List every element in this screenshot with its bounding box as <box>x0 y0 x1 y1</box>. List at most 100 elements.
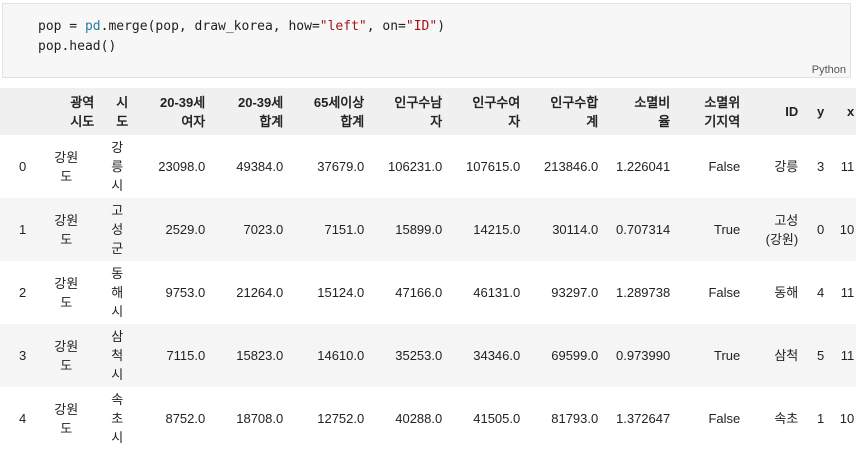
cell-risk: False <box>708 159 741 174</box>
cell-total: 30114.0 <box>552 222 599 237</box>
cell-y: 4 <box>817 285 825 300</box>
column-header-male: 인구수남 자 <box>394 94 443 129</box>
cell-risk: False <box>708 285 741 300</box>
cell-id: 동해 <box>774 285 799 300</box>
cell-ratio: 1.289738 <box>616 285 671 300</box>
cell-total: 213846.0 <box>544 159 599 174</box>
cell-t65: 37679.0 <box>317 159 365 174</box>
cell-x: 10 <box>839 222 855 237</box>
cell-t65: 15124.0 <box>317 285 365 300</box>
table-header-row: 광역 시도 시 도 20-39세 여자 20-39세 합계 65세이상 합계 인구수남 자 인구수여 자 인… <box>0 88 856 135</box>
cell-male: 40288.0 <box>395 411 443 426</box>
cell-risk: False <box>708 411 741 426</box>
code-token: "left" <box>319 19 367 34</box>
code-token: , on= <box>366 19 406 34</box>
language-label[interactable]: Python <box>812 64 846 76</box>
cell-gwangyeok: 강원 도 <box>54 275 79 310</box>
column-header-f2039: 20-39세 여자 <box>160 94 206 129</box>
cell-ratio: 1.372647 <box>616 411 671 426</box>
cell-sido: 속초시 <box>111 392 124 445</box>
cell-t65: 12752.0 <box>317 411 365 426</box>
column-header-index <box>0 88 32 135</box>
cell-id: 삼척 <box>774 348 799 363</box>
cell-output: 광역 시도 시 도 20-39세 여자 20-39세 합계 65세이상 합계 인구수남 자 인구수여 자 인… <box>0 88 856 450</box>
table-row: 3 강원 도 삼 척 시 7115.0 15823.0 14610.0 35253.0 34346.… <box>0 324 856 387</box>
cell-ratio: 0.973990 <box>616 348 671 363</box>
cell-t2039: 18708.0 <box>236 411 284 426</box>
cell-t2039: 7023.0 <box>243 222 284 237</box>
cell-x: 11 <box>840 159 855 174</box>
table-row: 0 강원 도 강 릉 시 23098.0 49384.0 37679.0 106231.0 1076… <box>0 135 856 198</box>
dataframe-table: 광역 시도 시 도 20-39세 여자 20-39세 합계 65세이상 합계 인구수남 자 인구수여 자 인… <box>0 88 856 450</box>
cell-f2039: 8752.0 <box>165 411 206 426</box>
table-row: 2 강원 도 동 해 시 9753.0 21264.0 15124.0 47166.0 46131.… <box>0 261 856 324</box>
code-cell[interactable]: pop = pd.merge(pop, draw_korea, how="lef… <box>2 3 851 78</box>
cell-t2039: 49384.0 <box>236 159 284 174</box>
cell-index: 1 <box>19 222 27 237</box>
cell-y: 0 <box>817 222 825 237</box>
cell-sido: 동해시 <box>111 266 124 319</box>
cell-id: 속초 <box>774 411 799 426</box>
column-header-y: y <box>817 104 825 119</box>
cell-female: 34346.0 <box>473 348 521 363</box>
cell-total: 69599.0 <box>551 348 599 363</box>
code-token: = <box>61 19 85 34</box>
cell-total: 81793.0 <box>551 411 599 426</box>
cell-ratio: 0.707314 <box>616 222 671 237</box>
cell-index: 0 <box>19 159 27 174</box>
column-header-t2039: 20-39세 합계 <box>238 94 284 129</box>
cell-f2039: 2529.0 <box>165 222 206 237</box>
cell-x: 11 <box>840 348 855 363</box>
code-token: pd <box>84 19 101 34</box>
code-token: ) <box>437 19 446 34</box>
column-header-ratio: 소멸비 율 <box>634 94 671 129</box>
cell-t2039: 15823.0 <box>236 348 284 363</box>
cell-f2039: 23098.0 <box>158 159 206 174</box>
code-line-2: pop.head() <box>38 39 117 54</box>
cell-risk: True <box>713 348 741 363</box>
cell-total: 93297.0 <box>551 285 599 300</box>
cell-male: 47166.0 <box>395 285 443 300</box>
table-body: 0 강원 도 강 릉 시 23098.0 49384.0 37679.0 106231.0 1076… <box>0 135 856 450</box>
cell-y: 3 <box>817 159 825 174</box>
cell-f2039: 9753.0 <box>165 285 206 300</box>
table-row: 4 강원 도 속 초 시 8752.0 18708.0 12752.0 40288.0 41505.… <box>0 387 856 450</box>
cell-female: 107615.0 <box>466 159 521 174</box>
cell-male: 15899.0 <box>395 222 443 237</box>
table-row: 1 강원 도 고 성 군 2529.0 7023.0 7151.0 15899.0 14215.0 3… <box>0 198 856 261</box>
code-token: pop <box>38 19 62 34</box>
column-header-risk: 소멸위 기지역 <box>704 94 741 129</box>
cell-id: 고성 (강원) <box>765 212 799 247</box>
column-header-total: 인구수합 계 <box>550 94 599 129</box>
cell-id: 강릉 <box>774 159 799 174</box>
cell-y: 1 <box>817 411 825 426</box>
cell-gwangyeok: 강원 도 <box>54 212 79 247</box>
cell-female: 41505.0 <box>473 411 521 426</box>
cell-y: 5 <box>817 348 825 363</box>
code-token: "ID" <box>405 19 438 34</box>
cell-index: 2 <box>19 285 27 300</box>
cell-male: 35253.0 <box>395 348 443 363</box>
column-header-sido: 시도 <box>116 94 129 129</box>
cell-sido: 삼척시 <box>111 329 124 382</box>
cell-sido: 강릉시 <box>111 140 124 193</box>
code-editor[interactable]: pop = pd.merge(pop, draw_korea, how="lef… <box>38 17 445 57</box>
column-header-x: x <box>847 104 855 119</box>
cell-ratio: 1.226041 <box>616 159 671 174</box>
cell-t2039: 21264.0 <box>236 285 284 300</box>
cell-female: 46131.0 <box>473 285 521 300</box>
column-header-id: ID <box>785 104 799 119</box>
column-header-gwangyeok: 광역 시도 <box>70 94 95 129</box>
cell-t65: 7151.0 <box>324 222 365 237</box>
cell-gwangyeok: 강원 도 <box>54 149 79 184</box>
column-header-female: 인구수여 자 <box>472 94 521 129</box>
cell-t65: 14610.0 <box>317 348 365 363</box>
cell-f2039: 7115.0 <box>166 348 206 363</box>
cell-index: 4 <box>19 411 27 426</box>
column-header-t65: 65세이상 합계 <box>313 94 365 129</box>
cell-female: 14215.0 <box>473 222 521 237</box>
code-token: .merge(pop, draw_korea, how= <box>100 19 320 34</box>
cell-x: 11 <box>840 285 855 300</box>
cell-male: 106231.0 <box>388 159 443 174</box>
cell-index: 3 <box>19 348 27 363</box>
